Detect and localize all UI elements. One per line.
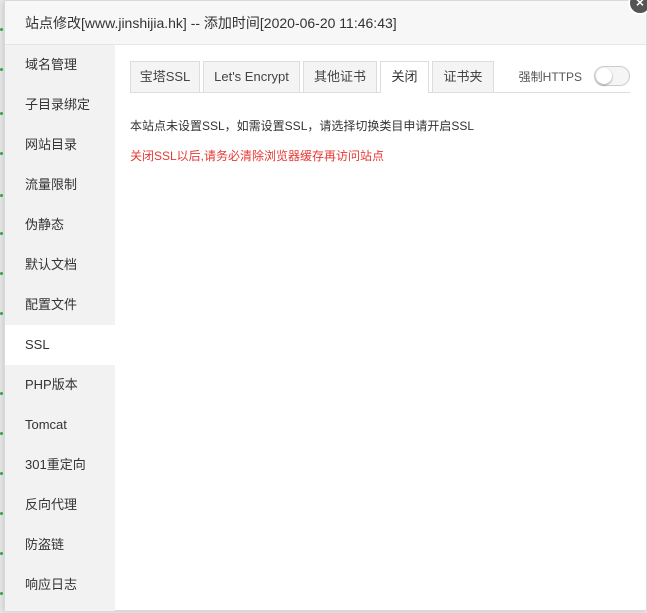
backdrop-dot <box>0 552 3 555</box>
sidebar-item-hotlink-protection[interactable]: 防盗链 <box>5 525 115 565</box>
ssl-status-message: 本站点未设置SSL，如需设置SSL，请选择切换类目申请开启SSL <box>130 119 475 133</box>
backdrop-dot <box>0 68 3 71</box>
sidebar-item-tomcat[interactable]: Tomcat <box>5 405 115 445</box>
backdrop-dot <box>0 312 3 315</box>
ssl-close-warning: 关闭SSL以后,请务必清除浏览器缓存再访问站点 <box>130 149 385 163</box>
backdrop-dot <box>0 512 3 515</box>
sidebar-item-site-directory[interactable]: 网站目录 <box>5 125 115 165</box>
ssl-tab-bar: 宝塔SSL Let's Encrypt 其他证书 关闭 证书夹 强制HTTPS <box>130 61 630 93</box>
backdrop-dot <box>0 112 3 115</box>
sidebar-item-config-file[interactable]: 配置文件 <box>5 285 115 325</box>
backdrop-dot <box>0 392 3 395</box>
dialog-title: 站点修改[www.jinshijia.hk] -- 添加时间[2020-06-2… <box>5 1 646 45</box>
site-settings-sidebar: 域名管理 子目录绑定 网站目录 流量限制 伪静态 默认文档 配置文件 SSL P… <box>5 45 115 611</box>
force-https-control: 强制HTTPS <box>519 61 630 91</box>
sidebar-item-default-document[interactable]: 默认文档 <box>5 245 115 285</box>
site-edit-dialog: 站点修改[www.jinshijia.hk] -- 添加时间[2020-06-2… <box>4 0 647 611</box>
sidebar-item-rewrite[interactable]: 伪静态 <box>5 205 115 245</box>
force-https-toggle[interactable] <box>594 66 630 86</box>
toggle-knob <box>596 68 612 84</box>
tab-certificate-folder[interactable]: 证书夹 <box>432 61 494 92</box>
backdrop-dot <box>0 272 3 275</box>
backdrop-dot <box>0 152 3 155</box>
backdrop-dot <box>0 194 3 197</box>
tab-baota-ssl[interactable]: 宝塔SSL <box>130 61 200 92</box>
backdrop-dot <box>0 472 3 475</box>
sidebar-item-reverse-proxy[interactable]: 反向代理 <box>5 485 115 525</box>
sidebar-item-subdirectory-binding[interactable]: 子目录绑定 <box>5 85 115 125</box>
backdrop-dot <box>0 232 3 235</box>
tab-close-ssl[interactable]: 关闭 <box>380 61 429 93</box>
backdrop-dot <box>0 28 3 31</box>
force-https-label: 强制HTTPS <box>518 69 582 84</box>
sidebar-item-ssl[interactable]: SSL <box>5 325 115 365</box>
sidebar-item-301-redirect[interactable]: 301重定向 <box>5 445 115 485</box>
backdrop-dot <box>0 432 3 435</box>
sidebar-item-response-log[interactable]: 响应日志 <box>5 565 115 605</box>
sidebar-item-php-version[interactable]: PHP版本 <box>5 365 115 405</box>
backdrop-dot <box>0 592 3 595</box>
tab-other-certificate[interactable]: 其他证书 <box>303 61 377 92</box>
sidebar-item-traffic-limit[interactable]: 流量限制 <box>5 165 115 205</box>
tab-lets-encrypt[interactable]: Let's Encrypt <box>203 61 300 92</box>
sidebar-item-domain-management[interactable]: 域名管理 <box>5 45 115 85</box>
ssl-panel: 宝塔SSL Let's Encrypt 其他证书 关闭 证书夹 强制HTTPS … <box>115 45 646 611</box>
